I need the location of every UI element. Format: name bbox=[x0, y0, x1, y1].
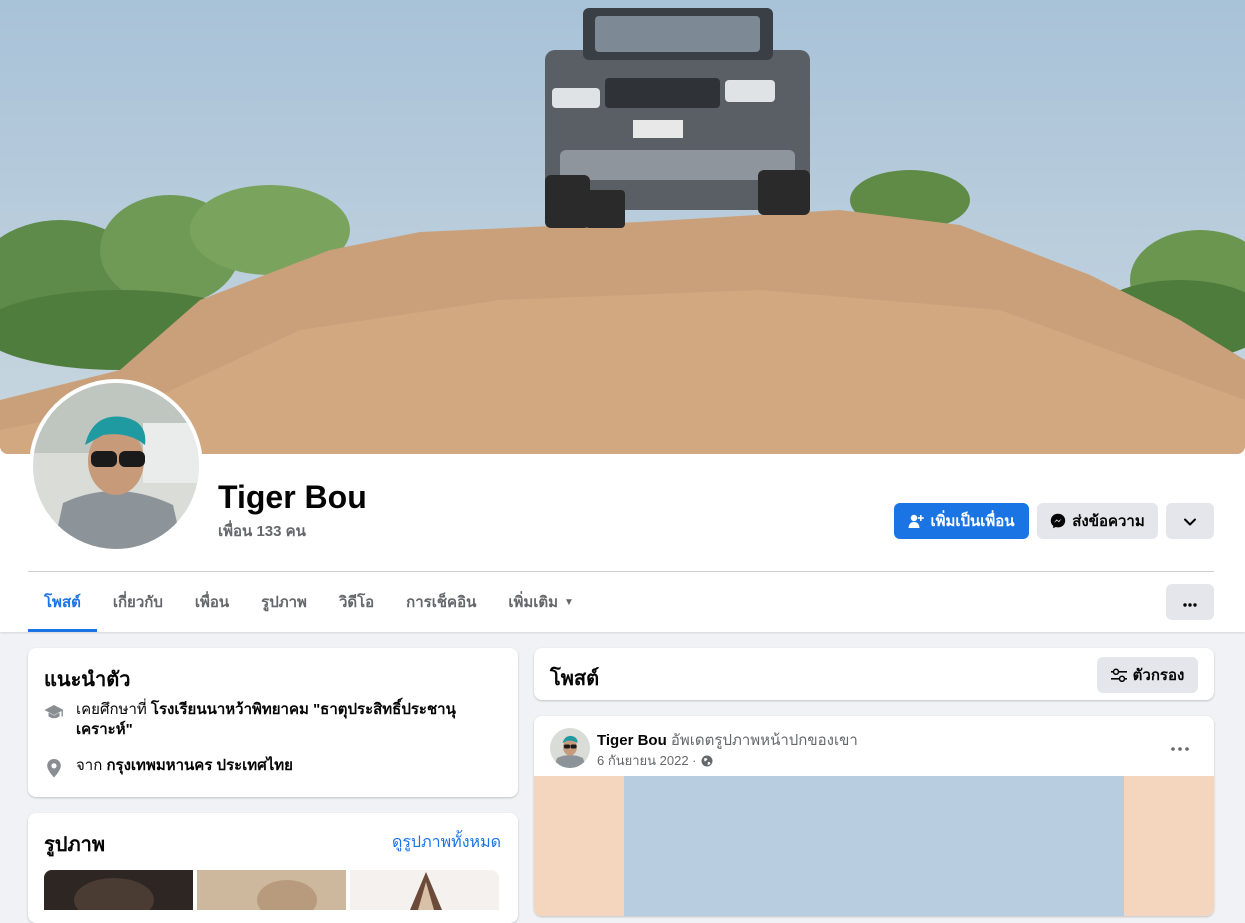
photo-thumbnail[interactable] bbox=[44, 870, 193, 910]
tabs-more-options-button[interactable] bbox=[1166, 584, 1214, 620]
profile-name: Tiger Bou bbox=[218, 479, 367, 515]
post-options-button[interactable] bbox=[1164, 728, 1196, 764]
tab-about[interactable]: เกี่ยวกับ bbox=[97, 572, 179, 632]
post-date-text: 6 กันยายน 2022 · bbox=[597, 753, 697, 768]
post-author-avatar[interactable] bbox=[550, 728, 590, 768]
add-person-icon bbox=[908, 513, 925, 529]
location-text: จาก กรุงเทพมหานคร ประเทศไทย bbox=[76, 756, 293, 776]
add-friend-label: เพิ่มเป็นเพื่อน bbox=[930, 513, 1015, 530]
photo-thumbnail[interactable] bbox=[350, 870, 499, 910]
intro-title: แนะนำตัว bbox=[44, 669, 131, 691]
tab-videos[interactable]: วิดีโอ bbox=[323, 572, 390, 632]
add-friend-button[interactable]: เพิ่มเป็นเพื่อน bbox=[894, 503, 1029, 539]
more-dots-icon bbox=[1171, 738, 1189, 755]
tab-friends[interactable]: เพื่อน bbox=[179, 572, 245, 632]
tab-posts[interactable]: โพสต์ bbox=[28, 572, 97, 632]
message-label: ส่งข้อความ bbox=[1072, 513, 1145, 530]
tab-more-label: เพิ่มเติม bbox=[508, 594, 559, 611]
tab-checkins[interactable]: การเช็คอิน bbox=[390, 572, 492, 632]
location-pin-icon bbox=[44, 758, 64, 778]
filter-button[interactable]: ตัวกรอง bbox=[1097, 657, 1198, 693]
filter-label: ตัวกรอง bbox=[1132, 667, 1185, 684]
chevron-down-icon bbox=[1184, 513, 1196, 530]
posts-title: โพสต์ bbox=[550, 668, 600, 690]
more-dots-icon bbox=[1183, 594, 1197, 611]
globe-icon bbox=[701, 755, 713, 767]
profile-tabs: โพสต์ เกี่ยวกับ เพื่อน รูปภาพ วิดีโอ การ… bbox=[28, 572, 590, 632]
friend-count[interactable]: เพื่อน 133 คน bbox=[218, 519, 306, 543]
graduation-cap-icon bbox=[44, 702, 64, 722]
profile-avatar[interactable] bbox=[29, 379, 203, 553]
filter-sliders-icon bbox=[1110, 668, 1127, 682]
post-author-name[interactable]: Tiger Bou bbox=[597, 732, 667, 749]
tab-photos-label: รูปภาพ bbox=[261, 594, 307, 611]
intro-education: เคยศึกษาที่ โรงเรียนนาหว้าพิทยาคม "ธาตุป… bbox=[44, 700, 484, 740]
post-card: Tiger Bou อัพเดตรูปภาพหน้าปกของเขา 6 กัน… bbox=[534, 716, 1214, 916]
tab-photos[interactable]: รูปภาพ bbox=[245, 572, 323, 632]
intro-location: จาก กรุงเทพมหานคร ประเทศไทย bbox=[44, 756, 484, 778]
see-all-photos-link[interactable]: ดูรูปภาพทั้งหมด bbox=[392, 830, 501, 855]
posts-header-card: โพสต์ ตัวกรอง bbox=[534, 648, 1214, 700]
post-date[interactable]: 6 กันยายน 2022 · bbox=[597, 750, 713, 771]
education-prefix: เคยศึกษาที่ bbox=[76, 701, 151, 718]
education-text: เคยศึกษาที่ โรงเรียนนาหว้าพิทยาคม "ธาตุป… bbox=[76, 700, 484, 740]
tab-about-label: เกี่ยวกับ bbox=[112, 594, 163, 611]
photos-title: รูปภาพ bbox=[44, 834, 106, 856]
cover-photo[interactable] bbox=[0, 0, 1245, 454]
profile-dropdown-button[interactable] bbox=[1166, 503, 1214, 539]
photo-thumbnail[interactable] bbox=[197, 870, 346, 910]
caret-down-icon: ▼ bbox=[564, 596, 574, 608]
tab-more[interactable]: เพิ่มเติม ▼ bbox=[492, 572, 590, 632]
profile-header: Tiger Bou เพื่อน 133 คน เพิ่มเป็นเพื่อน … bbox=[0, 0, 1245, 632]
location-place[interactable]: กรุงเทพมหานคร ประเทศไทย bbox=[106, 757, 292, 774]
tab-checkins-label: การเช็คอิน bbox=[406, 594, 477, 611]
tab-friends-label: เพื่อน bbox=[194, 594, 230, 611]
intro-card: แนะนำตัว เคยศึกษาที่ โรงเรียนนาหว้าพิทยา… bbox=[28, 648, 518, 797]
messenger-icon bbox=[1050, 513, 1066, 529]
location-prefix: จาก bbox=[76, 757, 107, 774]
message-button[interactable]: ส่งข้อความ bbox=[1037, 503, 1158, 539]
tab-posts-label: โพสต์ bbox=[44, 594, 81, 611]
post-header-text: Tiger Bou อัพเดตรูปภาพหน้าปกของเขา bbox=[597, 728, 858, 752]
post-image[interactable] bbox=[534, 776, 1214, 916]
photos-card: รูปภาพ ดูรูปภาพทั้งหมด bbox=[28, 813, 518, 923]
tab-videos-label: วิดีโอ bbox=[338, 594, 375, 611]
post-action-text: อัพเดตรูปภาพหน้าปกของเขา bbox=[666, 732, 858, 749]
